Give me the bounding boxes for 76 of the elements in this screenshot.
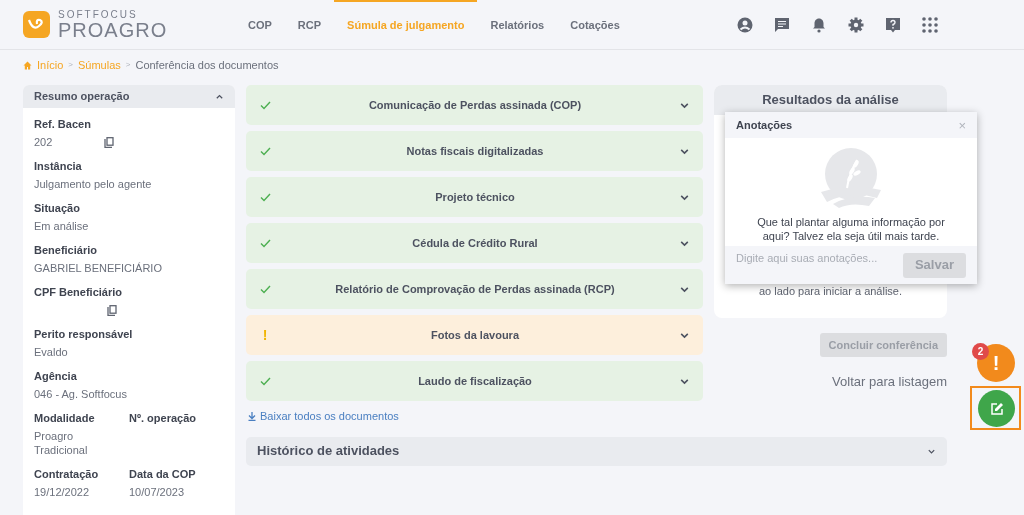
nav-tab[interactable]: Cotações — [557, 0, 633, 49]
field-label: CPF Beneficiário — [34, 285, 124, 299]
field-value: Evaldo — [34, 345, 68, 359]
field-value: 19/12/2022 — [34, 485, 91, 499]
document-row[interactable]: Relatório de Comprovação de Perdas assinada (RCP) — [246, 269, 703, 309]
download-all-link[interactable]: Baixar todos os documentos — [260, 408, 399, 425]
check-icon — [259, 100, 271, 110]
notification-badge: 2 — [972, 343, 989, 360]
field-value: GABRIEL BENEFICIÁRIO — [34, 261, 162, 275]
apps-grid-icon[interactable] — [922, 16, 938, 33]
field-label: Situação — [34, 201, 81, 215]
results-title: Resultados da análise — [762, 91, 899, 110]
help-icon[interactable] — [885, 16, 901, 33]
history-title: Histórico de atividades — [257, 442, 400, 461]
field-value: 202 — [34, 135, 53, 149]
field-value: Julgamento pelo agente — [34, 177, 152, 191]
notes-empty-message: Que tal plantar alguma informação por aqui? Talvez ela seja útil mais tarde. — [756, 215, 946, 243]
nav-tab[interactable]: COP — [235, 0, 285, 49]
summary-header[interactable]: Resumo operação — [23, 85, 235, 108]
history-header[interactable]: Histórico de atividades — [246, 436, 947, 466]
field-label: Ref. Bacen — [34, 117, 92, 131]
summary-title: Resumo operação — [34, 89, 130, 105]
breadcrumb-current: Conferência dos documentos — [135, 57, 279, 73]
field-value: 10/07/2023 — [129, 485, 186, 499]
document-title: Projeto técnico — [434, 189, 516, 205]
copy-icon[interactable] — [104, 136, 115, 148]
document-row[interactable]: Projeto técnico — [246, 177, 703, 217]
check-icon — [259, 238, 271, 248]
field-value: 046 - Ag. Softfocus — [34, 387, 127, 401]
field-value: Em análise — [34, 219, 89, 233]
notes-button[interactable] — [978, 390, 1015, 427]
copy-icon[interactable] — [107, 304, 117, 316]
field-label: Modalidade — [34, 411, 96, 425]
field-label: Contratação — [34, 467, 100, 481]
document-title: Comunicação de Perdas assinada (COP) — [367, 97, 583, 113]
field-label: Nº. operação — [129, 411, 197, 425]
settings-icon[interactable] — [848, 16, 864, 33]
document-title: Notas fiscais digitalizadas — [405, 143, 545, 159]
brand-tagline: SOFTFOCUS — [58, 9, 139, 20]
wheat-field-icon — [819, 146, 883, 210]
breadcrumb-separator: > — [125, 59, 131, 71]
nav-tab[interactable]: RCP — [284, 0, 335, 49]
field-label: Agência — [34, 369, 78, 383]
field-label: Instância — [34, 159, 83, 173]
user-icon[interactable] — [737, 16, 753, 33]
warning-icon: ! — [262, 324, 268, 346]
notes-input-field[interactable]: Digite aqui suas anotações... — [725, 246, 903, 284]
check-icon — [259, 146, 271, 156]
document-title: Fotos da lavoura — [430, 327, 521, 343]
bell-icon[interactable] — [811, 16, 827, 33]
results-hint: ao lado para iniciar a análise. — [758, 283, 903, 299]
field-label: Perito responsável — [34, 327, 134, 341]
chat-icon[interactable] — [774, 16, 790, 33]
check-icon — [259, 192, 271, 202]
document-row[interactable]: Laudo de fiscalização — [246, 361, 703, 401]
edit-icon — [989, 401, 1004, 416]
field-value: Proagro Tradicional — [34, 429, 89, 457]
document-row[interactable]: Comunicação de Perdas assinada (COP) — [246, 85, 703, 125]
logo-icon — [23, 11, 50, 38]
check-icon — [259, 376, 271, 386]
notes-title: Anotações — [736, 117, 793, 133]
back-to-list-link[interactable]: Voltar para listagem — [832, 372, 947, 392]
document-row[interactable]: Cédula de Crédito Rural — [246, 223, 703, 263]
field-label: Data da COP — [129, 467, 197, 481]
check-icon — [259, 284, 271, 294]
breadcrumb-separator: > — [68, 59, 73, 71]
brand-name: PROAGRO — [58, 19, 168, 40]
exclamation-icon: ! — [992, 348, 1000, 378]
document-title: Laudo de fiscalização — [417, 373, 533, 389]
document-title: Cédula de Crédito Rural — [411, 235, 539, 251]
document-row[interactable]: Notas fiscais digitalizadas — [246, 131, 703, 171]
download-icon[interactable] — [248, 411, 256, 421]
nav-tab[interactable]: Relatórios — [477, 0, 558, 49]
field-label: Beneficiário — [34, 243, 98, 257]
document-title: Relatório de Comprovação de Perdas assinada (RCP) — [334, 281, 616, 297]
chevron-icon[interactable] — [215, 92, 224, 101]
